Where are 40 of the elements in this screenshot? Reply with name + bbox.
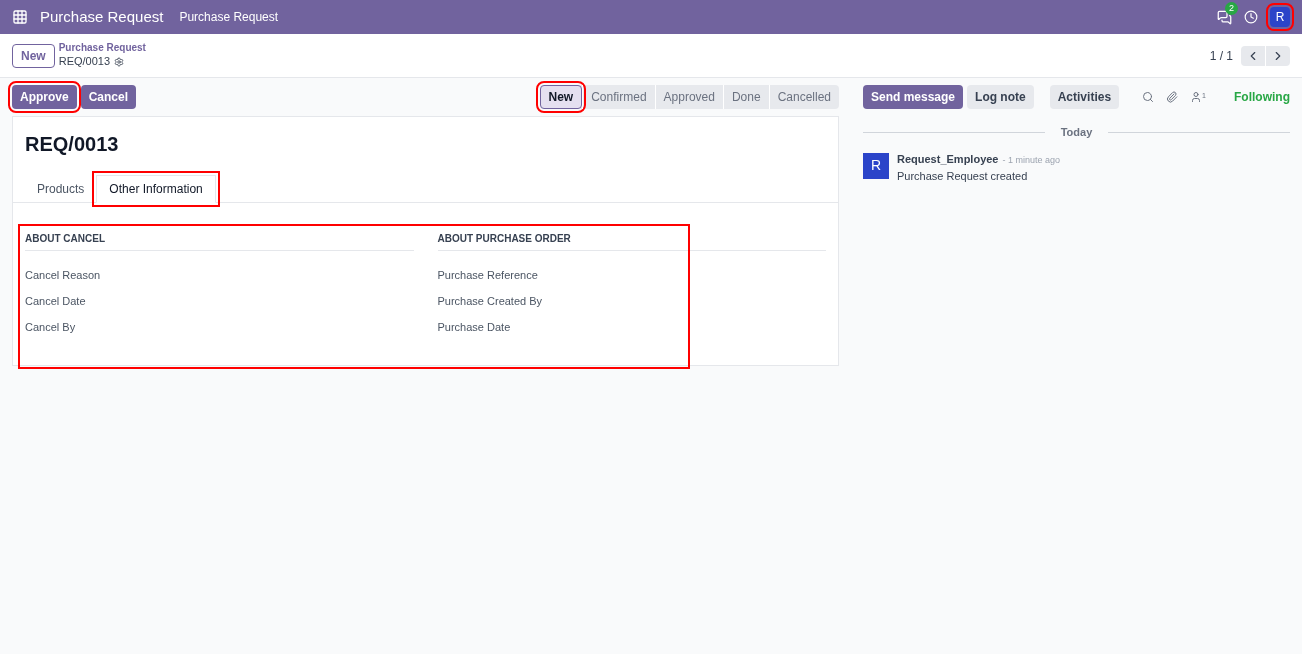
form-tab[interactable]: Products: [25, 175, 97, 203]
record-title: REQ/0013: [24, 132, 120, 157]
chatter-button[interactable]: Activities: [1049, 85, 1120, 109]
paperclip-icon[interactable]: [1166, 91, 1179, 103]
breadcrumb-current: REQ/0013: [58, 54, 111, 69]
date-separator: Today: [1059, 125, 1094, 140]
group-heading: ABOUT PURCHASE ORDER: [437, 231, 826, 251]
app-title[interactable]: Purchase Request: [40, 5, 164, 29]
messages-icon[interactable]: [1217, 9, 1232, 25]
message-author: Request_Employee: [897, 152, 999, 167]
previous-button[interactable]: [1241, 45, 1265, 66]
group-heading: ABOUT CANCEL: [25, 231, 414, 251]
status-stage[interactable]: Confirmed: [582, 85, 655, 109]
action-button[interactable]: Cancel: [80, 85, 137, 109]
search-icon[interactable]: [1142, 91, 1155, 103]
author-avatar: R: [863, 152, 889, 179]
message-body: Purchase Request created: [897, 170, 1029, 184]
status-stage[interactable]: Approved: [654, 85, 723, 109]
breadcrumb-link[interactable]: Purchase Request: [58, 42, 146, 55]
settings-icon[interactable]: [114, 56, 125, 67]
activity-clock-icon[interactable]: [1244, 10, 1258, 24]
pager-text: 1 / 1: [1209, 47, 1233, 65]
field-label: Cancel Date: [25, 294, 87, 307]
message-time: - 1 minute ago: [1002, 154, 1061, 166]
status-stage[interactable]: Cancelled: [768, 85, 839, 109]
chatter-button[interactable]: Log note: [967, 85, 1034, 109]
apps-menu-icon[interactable]: [12, 9, 28, 25]
menu-item[interactable]: Purchase Request: [179, 8, 279, 26]
field-label: Purchase Created By: [437, 294, 544, 307]
next-button[interactable]: [1266, 45, 1290, 66]
status-stage[interactable]: Done: [722, 85, 769, 109]
new-button[interactable]: New: [12, 43, 55, 68]
message-count-badge: 2: [1225, 1, 1238, 15]
field-label: Purchase Date: [437, 320, 512, 333]
field-label: Cancel By: [25, 320, 77, 333]
followers-icon[interactable]: [1190, 91, 1203, 103]
field-label: Cancel Reason: [25, 268, 102, 281]
field-label: Purchase Reference: [437, 268, 539, 281]
following-link[interactable]: Following: [1234, 88, 1290, 106]
chatter-button[interactable]: Send message: [863, 85, 964, 109]
